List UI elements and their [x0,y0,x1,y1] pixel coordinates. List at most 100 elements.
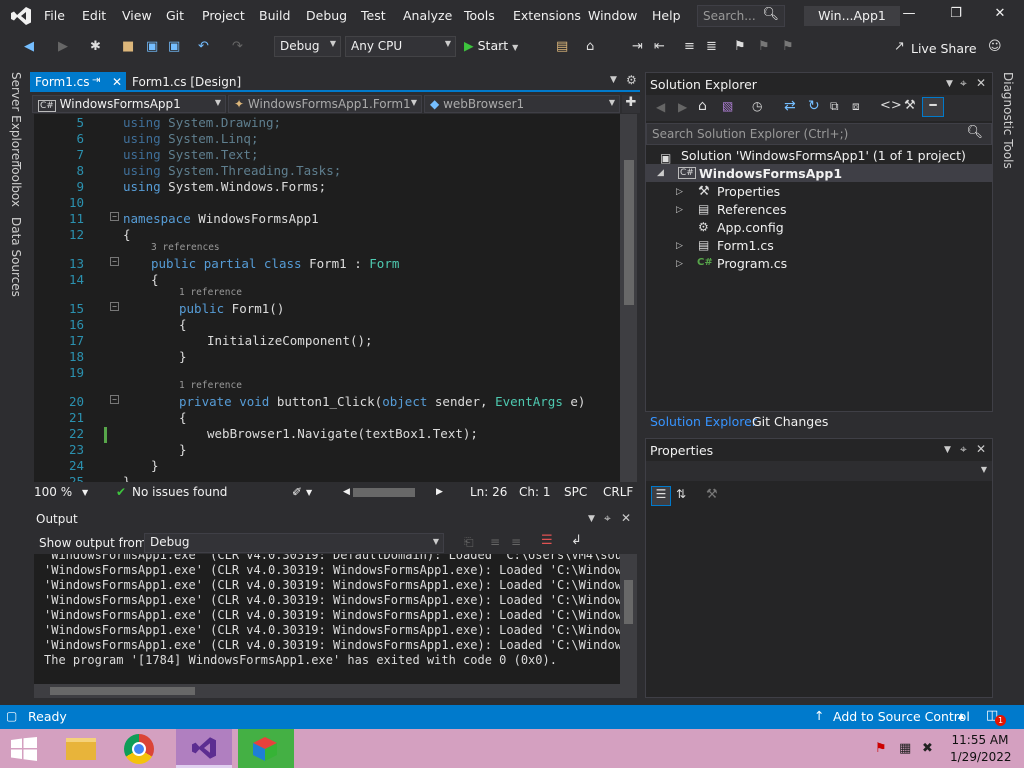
pin-icon[interactable]: ⌖ [960,442,967,457]
menu-file[interactable]: File [44,8,65,23]
scroll-right-icon[interactable]: ▶ [436,487,443,497]
chrome-taskbar-icon[interactable] [112,729,168,768]
chevron-down-icon[interactable]: ▼ [944,445,951,455]
properties-object-select[interactable]: ▼ [646,461,992,481]
go-to-message-icon[interactable]: ⎗ [464,535,474,550]
add-source-control-button[interactable]: Add to Source Control [833,709,970,724]
pin-icon[interactable]: ⌖ [960,76,967,91]
collapsed-chevron-icon[interactable]: ▷ [676,187,683,197]
tree-item-properties[interactable]: Properties [717,184,780,199]
network-warning-icon[interactable]: ⚑ [875,741,887,756]
properties-wrench-icon[interactable]: ⚒ [904,98,916,113]
app-taskbar-icon[interactable] [238,729,294,768]
layout-icon[interactable]: ⌂ [586,39,594,54]
column-indicator[interactable]: Ch: 1 [519,485,550,499]
collapsed-chevron-icon[interactable]: ▷ [676,205,683,215]
menu-build[interactable]: Build [259,8,290,23]
show-all-files-icon[interactable]: ⧈ [852,99,860,114]
search-input[interactable]: Search... 🔍︎ [697,5,785,27]
chevron-down-icon[interactable]: ▼ [588,514,595,524]
line-indicator[interactable]: Ln: 26 [470,485,507,499]
prev-bookmark-icon[interactable]: ⚑ [758,39,770,54]
previous-message-icon[interactable]: ≡ [490,535,500,549]
solution-search-input[interactable]: Search Solution Explorer (Ctrl+;) 🔍︎ [646,123,992,145]
next-bookmark-icon[interactable]: ⚑ [782,39,794,54]
fold-toggle-icon[interactable]: − [110,257,119,266]
sync-icon[interactable]: ⇄ [784,98,796,114]
collapse-all-icon[interactable]: ⧉ [830,99,839,114]
comment-icon[interactable]: ≡ [684,39,695,54]
live-share-icon[interactable]: ↗ [894,39,905,54]
output-hscroll-thumb[interactable] [50,687,195,695]
menu-test[interactable]: Test [361,8,386,23]
project-dropdown[interactable]: C# WindowsFormsApp1 ▼ [32,95,226,113]
code-editor[interactable]: 5 6 7 8 9 10 11 12 13 14 15 16 17 18 19 … [34,114,620,482]
view-code-icon[interactable]: <> [880,98,902,113]
close-icon[interactable]: ✕ [976,76,986,90]
save-icon[interactable]: ▣ [146,39,158,54]
tree-item-form1-cs[interactable]: Form1.cs [717,238,774,253]
close-icon[interactable]: ✕ [985,6,1015,26]
file-explorer-taskbar-icon[interactable] [56,729,112,768]
categorized-icon[interactable]: ☰ [651,486,671,506]
configuration-select[interactable]: Debug ▼ [274,36,341,57]
clock-time[interactable]: 11:55 AM [950,733,1010,747]
chevron-up-icon[interactable]: ▲ [958,711,964,720]
collapsed-chevron-icon[interactable]: ▷ [676,259,683,269]
class-dropdown[interactable]: ✦ WindowsFormsApp1.Form1 ▼ [228,95,422,113]
step-out-icon[interactable]: ⇤ [654,39,665,54]
line-ending-indicator[interactable]: CRLF [603,485,633,499]
refresh-icon[interactable]: ↻ [808,98,820,114]
output-window-icon[interactable]: ▢ [6,709,17,723]
scroll-left-icon[interactable]: ◀ [343,487,350,497]
fold-toggle-icon[interactable]: − [110,212,119,221]
output-vertical-scrollbar[interactable] [620,554,637,698]
tree-item-references[interactable]: References [717,202,786,217]
home-icon[interactable]: ⌂ [698,98,707,114]
codelens-references[interactable]: 1 reference [179,380,242,391]
menu-debug[interactable]: Debug [306,8,347,23]
network-icon[interactable]: ▦ [899,741,911,756]
brush-icon[interactable]: ✐ [292,485,302,499]
maximize-icon[interactable]: ❐ [941,6,971,26]
forward-icon[interactable]: ▶ [58,39,68,54]
output-text-area[interactable]: 'WindowsFormsApp1.exe' (CLR v4.0.30319: … [34,554,620,684]
toolbox-tab[interactable]: Toolbox [9,162,23,207]
open-folder-icon[interactable]: ■ [122,39,134,54]
uncomment-icon[interactable]: ≣ [706,39,717,54]
menu-extensions[interactable]: Extensions [513,8,581,23]
menu-help[interactable]: Help [652,8,681,23]
gear-icon[interactable]: ⚙ [626,73,637,87]
clock-date[interactable]: 1/29/2022 [950,750,1012,764]
close-icon[interactable]: ✕ [112,75,122,89]
property-pages-icon[interactable]: ⚒ [706,487,718,502]
collapsed-chevron-icon[interactable]: ▷ [676,241,683,251]
tab-form1-cs[interactable]: Form1.cs ⇥ ✕ [30,72,126,92]
start-button[interactable]: ▶ Start ▼ [464,38,518,53]
back-icon[interactable]: ◀ [656,100,665,114]
output-horizontal-scrollbar[interactable] [34,684,620,698]
fold-toggle-icon[interactable]: − [110,395,119,404]
chevron-down-icon[interactable]: ▼ [306,488,312,497]
project-node[interactable]: WindowsFormsApp1 [699,166,842,181]
tree-item-app-config[interactable]: App.config [717,220,784,235]
switch-views-icon[interactable]: ▧ [722,99,733,113]
editor-scroll-thumb[interactable] [624,160,634,305]
word-wrap-icon[interactable]: ↲ [571,533,582,548]
chevron-down-icon[interactable]: ▼ [82,488,88,497]
live-share-button[interactable]: Live Share [911,41,977,56]
whitespace-indicator[interactable]: SPC [564,485,587,499]
zoom-level[interactable]: 100 % [34,485,72,499]
clear-all-icon[interactable]: ☰ [541,533,553,548]
codelens-references[interactable]: 3 references [151,242,220,253]
codelens-references[interactable]: 1 reference [179,287,242,298]
minimize-icon[interactable]: — [894,6,924,26]
horizontal-scroll-thumb[interactable] [353,488,415,497]
preview-icon[interactable]: ━ [922,97,944,117]
step-icon[interactable]: ⇥ [632,39,643,54]
menu-tools[interactable]: Tools [464,8,495,23]
feedback-icon[interactable]: ☺ [988,39,1002,54]
visual-studio-taskbar-icon[interactable] [176,729,232,768]
start-button[interactable] [0,729,56,768]
solution-node[interactable]: Solution 'WindowsFormsApp1' (1 of 1 proj… [681,148,966,163]
